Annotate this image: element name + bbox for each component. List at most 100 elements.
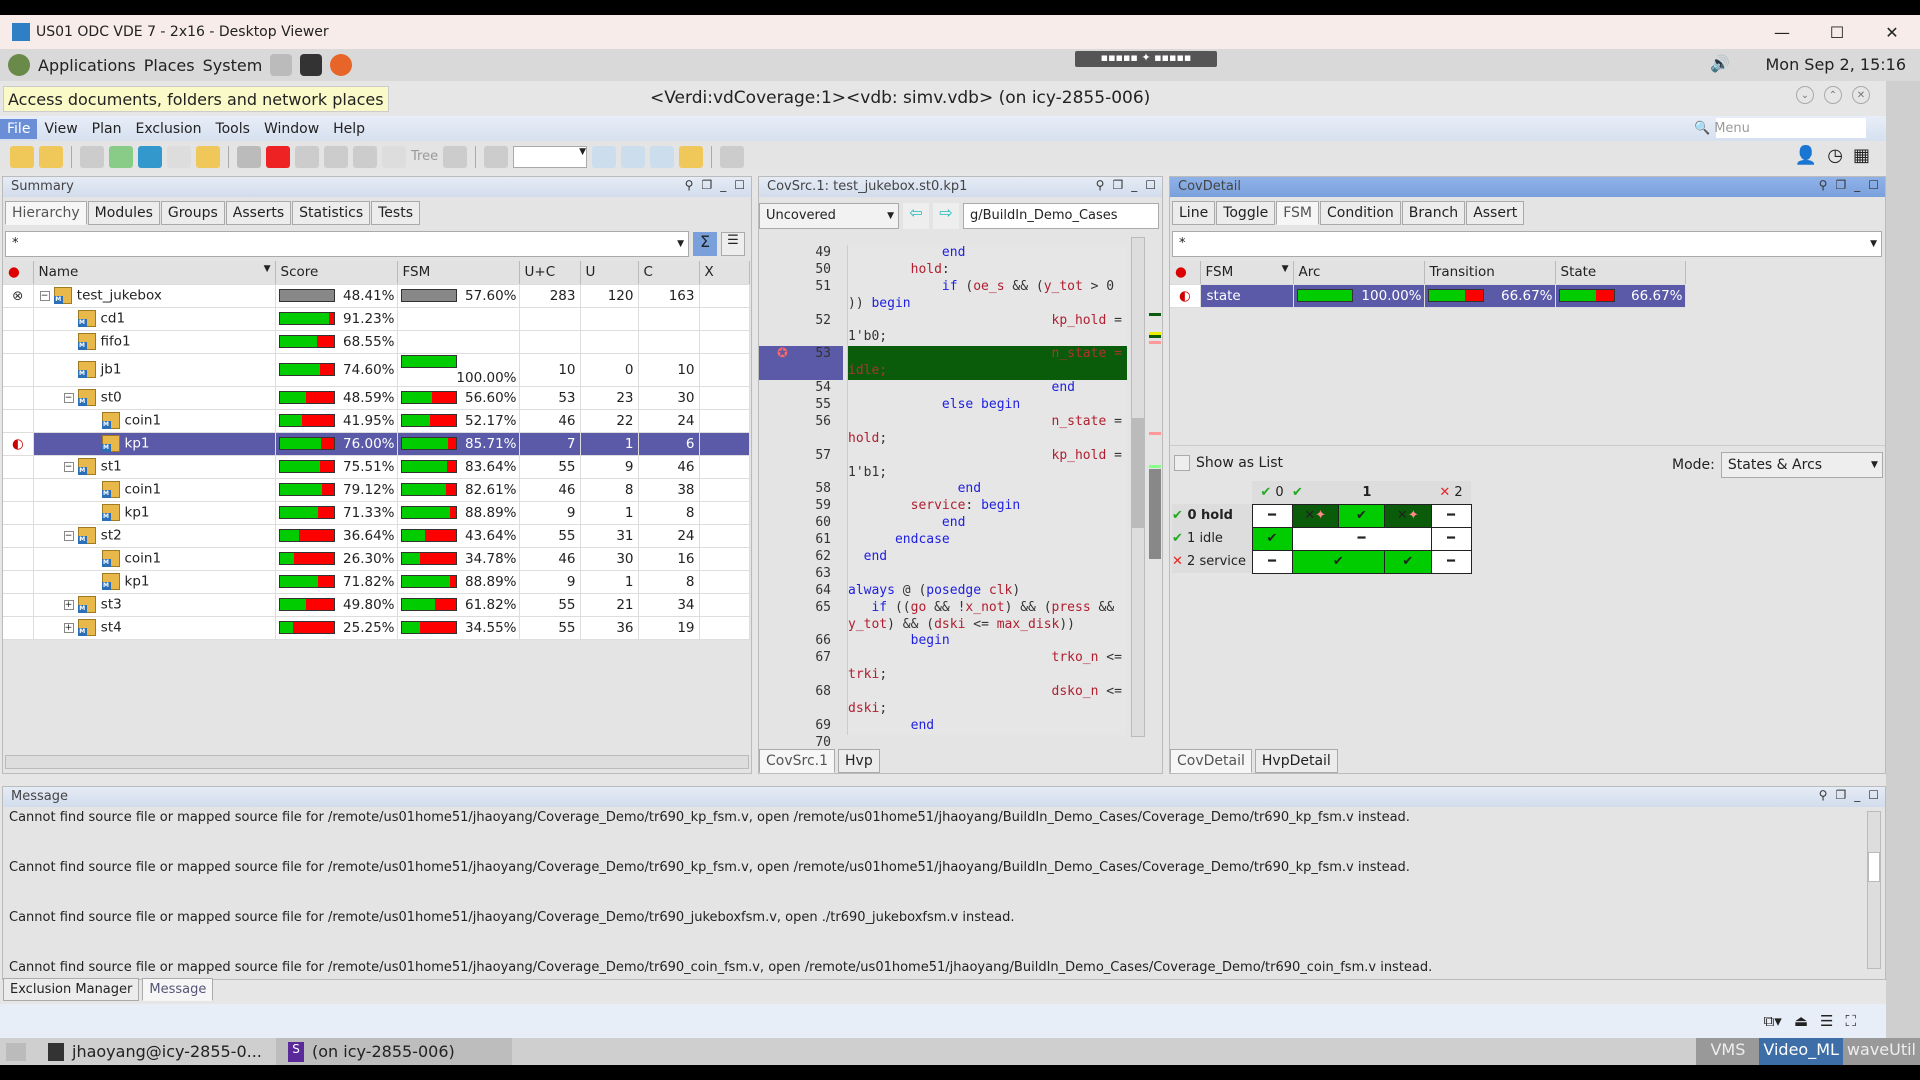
line-number[interactable]: 65 [759,600,843,617]
tab-assert[interactable]: Assert [1466,201,1525,225]
line-number[interactable]: 50 [759,262,843,279]
line-number[interactable] [759,431,843,448]
maximize-icon[interactable]: ☐ [1868,178,1879,192]
splitter[interactable] [1170,445,1885,446]
line-number[interactable]: 61 [759,532,843,549]
maximize-button[interactable]: ☐ [1809,15,1865,49]
show-desktop-icon[interactable] [6,1042,26,1061]
viewer-handle[interactable]: ▪▪▪▪▪ ✦ ▪▪▪▪▪ [1075,51,1217,67]
maximize-icon[interactable]: ☐ [1145,178,1156,192]
minimize-button[interactable]: — [1754,15,1810,49]
fsm-row-state[interactable]: ◐ state 100.00% 66.67% 66.67% [1170,284,1686,308]
tab-statistics[interactable]: Statistics [292,201,371,225]
menu-file[interactable]: File [0,118,38,139]
tab-line[interactable]: Line [1172,201,1216,225]
table-row[interactable]: Mcoin1 26.30% 34.78% 46 30 16 [3,547,750,571]
report-filter-icon[interactable] [650,145,675,168]
tab-groups[interactable]: Groups [160,201,225,225]
line-number[interactable]: 58 [759,481,843,498]
close-button[interactable]: ✕ [1864,15,1920,49]
line-number[interactable]: ✪ 53 [759,346,843,364]
menu-tools[interactable]: Tools [208,119,257,139]
file-manager-icon[interactable] [270,54,293,76]
line-number[interactable]: 62 [759,549,843,566]
float-icon[interactable]: ❐ [1112,178,1123,192]
minimize-icon[interactable]: _ [1854,178,1860,192]
expand-toggle-icon[interactable]: − [63,530,74,541]
line-number[interactable]: 63 [759,566,843,583]
mode-select[interactable]: States & Arcs ▼ [1720,452,1883,478]
float-icon[interactable]: ❐ [701,178,712,192]
expand-toggle-icon[interactable]: − [39,290,50,301]
delete-icon[interactable] [266,145,290,168]
line-number[interactable]: 66 [759,633,843,650]
line-number[interactable] [759,329,843,346]
gnome-foot-icon[interactable] [8,54,30,76]
minimize-icon[interactable]: _ [720,178,726,192]
line-number[interactable]: 52 [759,313,843,330]
horizontal-scrollbar[interactable] [5,755,749,769]
app-close-button[interactable]: ✕ [1852,86,1870,104]
expand-toggle-icon[interactable]: − [63,392,74,403]
col-uc[interactable]: U+C [519,261,581,285]
save-exclusion-icon[interactable] [167,145,191,168]
line-number[interactable] [759,667,843,684]
line-number[interactable]: 64 [759,583,843,600]
app-maximize-button[interactable]: ⌃ [1824,86,1842,104]
clear-filter-icon[interactable] [295,145,319,168]
workspace-vms[interactable]: VMS [1696,1038,1760,1065]
bookmark-icon[interactable] [679,145,704,168]
table-row[interactable]: ⊗ − Mtest_jukebox 48.41% 57.60% 283 120 … [3,284,750,308]
undo-icon[interactable] [237,145,261,168]
line-number[interactable]: 56 [759,414,843,431]
coverage-filter-select[interactable]: Uncovered ▼ [759,203,899,229]
table-row[interactable]: Mfifo1 68.55% [3,330,750,354]
col-name[interactable]: Name ▼ [33,261,276,285]
taskbar-item-verdi[interactable]: S (on icy-2855-006) [276,1038,512,1065]
open-folder-icon[interactable] [10,145,34,168]
table-row[interactable]: − Mst0 48.59% 56.60% 53 23 30 [3,386,750,410]
tab-hierarchy[interactable]: Hierarchy [5,201,87,225]
pin-icon[interactable]: ⚲ [685,178,694,192]
table-row[interactable]: Mkp1 71.82% 88.89% 9 1 8 [3,570,750,594]
maximize-icon[interactable]: ☐ [1868,788,1879,802]
tab-modules[interactable]: Modules [87,201,160,225]
cell-covered[interactable]: ✔ [1251,526,1293,551]
circle-x-icon[interactable] [353,145,377,168]
expand-toggle-icon[interactable]: − [63,461,74,472]
float-icon[interactable]: ❐ [1835,788,1846,802]
float-icon[interactable]: ❐ [1835,178,1846,192]
apps-grid-icon[interactable]: ▦ [1853,145,1870,166]
source-path-field[interactable]: g/BuildIn_Demo_Cases [963,203,1159,229]
col-arc[interactable]: Arc [1293,261,1425,285]
firefox-icon[interactable] [330,54,353,76]
table-row[interactable]: Mjb1 74.60% 100.00% 10 0 10 [3,353,750,387]
sync-icon[interactable] [720,145,745,168]
line-number[interactable]: 59 [759,498,843,515]
show-as-list[interactable]: Show as List [1174,455,1283,471]
menu-system[interactable]: System [203,56,263,75]
menu-search[interactable]: 🔍 Menu [1694,118,1866,138]
line-number[interactable]: 55 [759,397,843,414]
cell-excluded[interactable]: ✕✦ [1291,503,1339,528]
load-exclusion-icon[interactable] [196,145,220,168]
line-number[interactable]: 54 [759,380,843,397]
line-number[interactable]: 67 [759,650,843,667]
edit-icon[interactable] [443,145,468,168]
tab-condition[interactable]: Condition [1319,201,1401,225]
tab-message[interactable]: Message [142,978,214,1001]
col-c[interactable]: C [638,261,700,285]
layout-icon[interactable]: ⧉▾ [1764,1012,1782,1030]
line-number[interactable]: 68 [759,684,843,701]
report-icon[interactable] [592,145,617,168]
user-icon[interactable]: 👤 [1795,145,1817,166]
minimize-icon[interactable]: _ [1131,178,1137,192]
tab-covsrc[interactable]: CovSrc.1 [759,749,836,773]
taskbar-item-terminal[interactable]: jhaoyang@icy-2855-0... [36,1042,276,1061]
tab-hvp[interactable]: Hvp [838,749,880,773]
cell-covered[interactable]: ✔ [1384,549,1432,574]
cell-covered[interactable]: ✔ [1291,549,1386,574]
col-state[interactable]: State [1555,261,1686,285]
tree-toggle-icon[interactable] [382,145,406,168]
toolbar-combo[interactable]: ▼ [513,145,588,168]
